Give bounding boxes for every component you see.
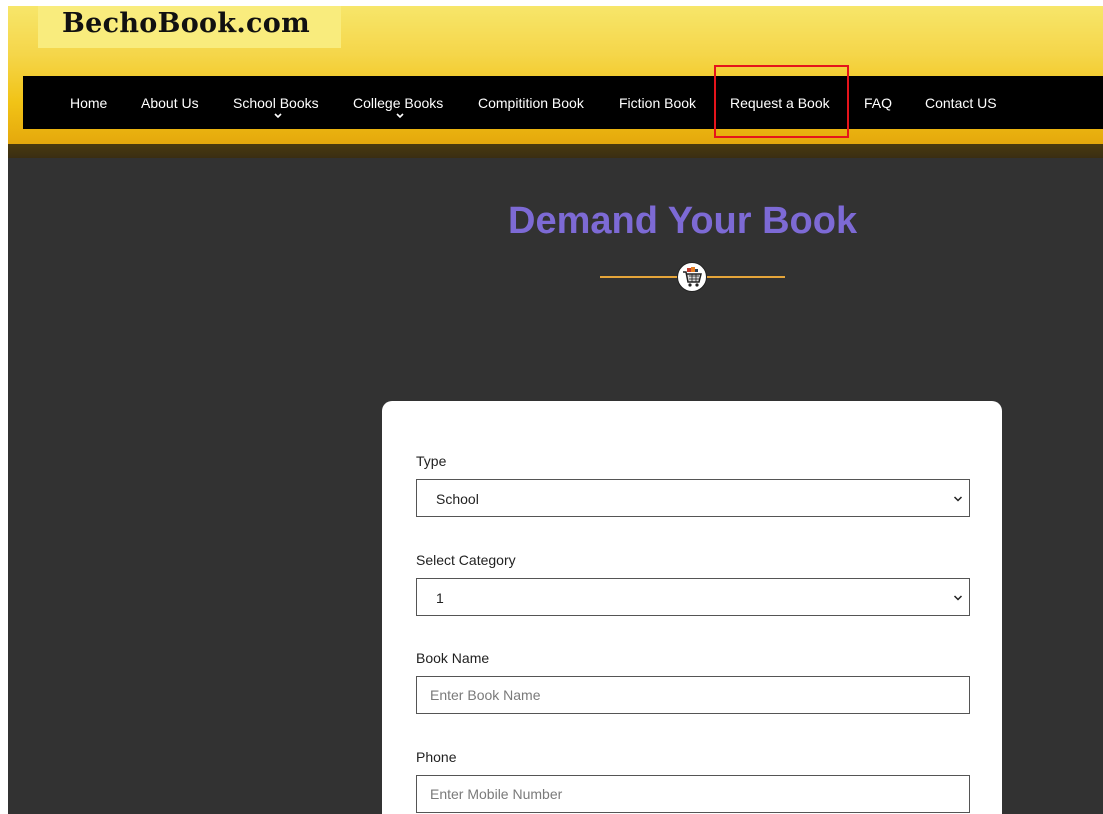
book-name-placeholder: Enter Book Name: [430, 687, 541, 703]
nav-item-label: About Us: [141, 95, 199, 111]
site-header: BechoBook.com Home About Us School Books…: [8, 6, 1103, 144]
request-a-book-highlight: [714, 65, 849, 138]
chevron-down-icon: [396, 113, 404, 119]
nav-item-college-books[interactable]: College Books: [353, 76, 447, 129]
page-title: Demand Your Book: [8, 200, 1103, 250]
nav-item-label: Contact US: [925, 95, 997, 111]
phone-placeholder: Enter Mobile Number: [430, 786, 563, 802]
category-select[interactable]: 1: [416, 578, 970, 616]
book-name-input[interactable]: Enter Book Name: [416, 676, 970, 714]
nav-item-label: Fiction Book: [619, 95, 697, 111]
phone-label: Phone: [416, 749, 457, 765]
chevron-down-icon: [953, 496, 963, 502]
book-name-label: Book Name: [416, 650, 490, 666]
header-shadow-strip: [8, 144, 1103, 158]
shopping-cart-glyph: [683, 267, 702, 287]
type-label: Type: [416, 453, 447, 469]
shopping-cart-icon: [677, 262, 707, 292]
nav-item-school-books[interactable]: School Books: [233, 76, 322, 129]
phone-input[interactable]: Enter Mobile Number: [416, 775, 970, 813]
chevron-down-icon: [953, 595, 963, 601]
request-form-card: Type School Select Category 1 Book Name …: [382, 401, 1002, 814]
nav-item-label: School Books: [233, 95, 319, 111]
site-logo[interactable]: BechoBook.com: [62, 8, 310, 39]
main-nav: Home About Us School Books College Books…: [23, 76, 1103, 129]
divider-line-left: [600, 276, 678, 278]
type-select[interactable]: School: [416, 479, 970, 517]
type-select-value: School: [436, 491, 479, 507]
page: BechoBook.com Home About Us School Books…: [8, 6, 1103, 814]
nav-item-label: FAQ: [864, 95, 893, 111]
category-select-value: 1: [436, 590, 444, 606]
title-divider: [600, 262, 785, 292]
chevron-down-icon: [273, 113, 282, 119]
nav-item-label: Compitition Book: [478, 95, 584, 111]
nav-item-label: Home: [70, 95, 108, 111]
nav-item-label: College Books: [353, 95, 444, 111]
page-title-text: Demand Your Book: [508, 200, 858, 242]
category-label: Select Category: [416, 552, 516, 568]
divider-line-right: [707, 276, 785, 278]
